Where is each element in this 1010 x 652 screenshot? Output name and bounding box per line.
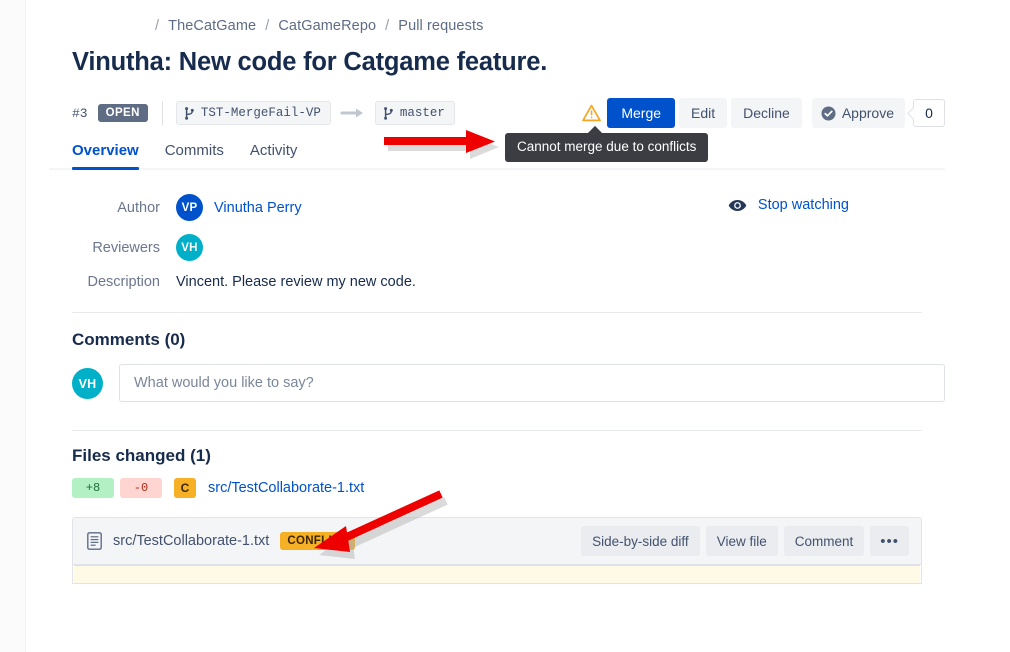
avatar-reviewer[interactable]: VH: [176, 234, 203, 261]
target-branch-label: master: [399, 106, 445, 120]
description-row: Description Vincent. Please review my ne…: [72, 274, 945, 290]
avatar-author[interactable]: VP: [176, 194, 203, 221]
divider: [72, 430, 922, 431]
pull-request-actions: Merge Edit Decline Approve 0: [582, 98, 945, 128]
target-branch-pill[interactable]: master: [374, 101, 455, 125]
files-changed-title: Files changed (1): [72, 446, 211, 465]
branch-icon: [184, 106, 195, 120]
source-branch-label: TST-MergeFail-VP: [200, 106, 321, 120]
stop-watching-button[interactable]: Stop watching: [728, 197, 849, 213]
view-file-button[interactable]: View file: [705, 526, 778, 556]
source-branch-pill[interactable]: TST-MergeFail-VP: [175, 101, 331, 125]
side-by-side-diff-button[interactable]: Side-by-side diff: [581, 526, 700, 556]
pull-request-tabs: Overview Commits Activity: [49, 138, 945, 170]
merge-tooltip: Cannot merge due to conflicts: [505, 125, 709, 162]
diff-panel-header: src/TestCollaborate-1.txt CONFLICT Side-…: [73, 518, 921, 565]
breadcrumb-item-repo[interactable]: CatGameRepo: [278, 18, 376, 34]
document-icon: [87, 532, 102, 550]
status-badge: OPEN: [97, 104, 148, 122]
pull-request-page: / TheCatGame / CatGameRepo / Pull reques…: [0, 0, 1010, 652]
page-content: / TheCatGame / CatGameRepo / Pull reques…: [27, 0, 967, 584]
branch-icon: [383, 106, 394, 120]
conflict-status-chip: C: [174, 478, 196, 498]
stop-watching-label: Stop watching: [757, 197, 849, 213]
file-stat-row: +8 -0 C src/TestCollaborate-1.txt: [49, 478, 945, 498]
reviewers-label: Reviewers: [92, 239, 160, 256]
conflict-content-strip: [74, 565, 920, 583]
approve-label: Approve: [841, 105, 894, 121]
check-circle-icon: [821, 106, 836, 121]
warning-triangle-icon: [582, 104, 602, 122]
comments-title: Comments (0): [72, 330, 186, 349]
merge-tooltip-text: Cannot merge due to conflicts: [505, 133, 709, 162]
tab-activity[interactable]: Activity: [250, 142, 298, 168]
breadcrumb-separator: /: [155, 18, 160, 34]
merge-button[interactable]: Merge: [607, 98, 676, 128]
deletions-chip: -0: [120, 478, 162, 498]
breadcrumb-item-project[interactable]: TheCatGame: [168, 18, 256, 34]
description-label: Description: [87, 274, 160, 290]
approve-button[interactable]: Approve: [811, 98, 905, 128]
breadcrumb-separator: /: [265, 18, 270, 34]
branch-direction-arrow-icon: [340, 107, 366, 119]
approval-count-badge[interactable]: 0: [913, 99, 945, 127]
diff-panel: src/TestCollaborate-1.txt CONFLICT Side-…: [72, 517, 922, 584]
tab-commits[interactable]: Commits: [165, 142, 224, 168]
changed-file-link[interactable]: src/TestCollaborate-1.txt: [208, 480, 364, 496]
pull-request-number: #3: [72, 105, 88, 121]
comment-input[interactable]: [119, 364, 945, 402]
breadcrumb-item-pull-requests[interactable]: Pull requests: [398, 18, 483, 34]
decline-button[interactable]: Decline: [731, 98, 802, 128]
left-gutter: [0, 0, 26, 652]
comment-button[interactable]: Comment: [783, 526, 865, 556]
breadcrumb-separator: /: [385, 18, 390, 34]
avatar-current-user[interactable]: VH: [72, 368, 103, 399]
comment-compose-row: VH: [49, 364, 945, 402]
pull-request-meta: Author VP Vinutha Perry Reviewers VH Des…: [49, 194, 945, 290]
more-options-button[interactable]: •••: [870, 526, 909, 556]
divider: [161, 101, 163, 125]
additions-chip: +8: [72, 478, 114, 498]
edit-button[interactable]: Edit: [679, 98, 728, 128]
breadcrumb: / TheCatGame / CatGameRepo / Pull reques…: [49, 0, 945, 34]
diff-actions: Side-by-side diff View file Comment •••: [575, 526, 909, 556]
author-name-link[interactable]: Vinutha Perry: [214, 200, 302, 216]
eye-icon: [728, 199, 747, 212]
pull-request-status-row: #3 OPEN TST-MergeFail-VP master Merge Ed…: [49, 98, 945, 128]
reviewers-row: Reviewers VH: [72, 234, 945, 261]
author-label: Author: [117, 199, 160, 216]
description-text: Vincent. Please review my new code.: [176, 274, 416, 290]
conflict-badge: CONFLICT: [280, 532, 355, 550]
page-title: Vinutha: New code for Catgame feature.: [72, 48, 548, 76]
divider: [72, 312, 922, 313]
tab-overview[interactable]: Overview: [72, 142, 139, 170]
diff-file-name[interactable]: src/TestCollaborate-1.txt: [113, 533, 269, 549]
